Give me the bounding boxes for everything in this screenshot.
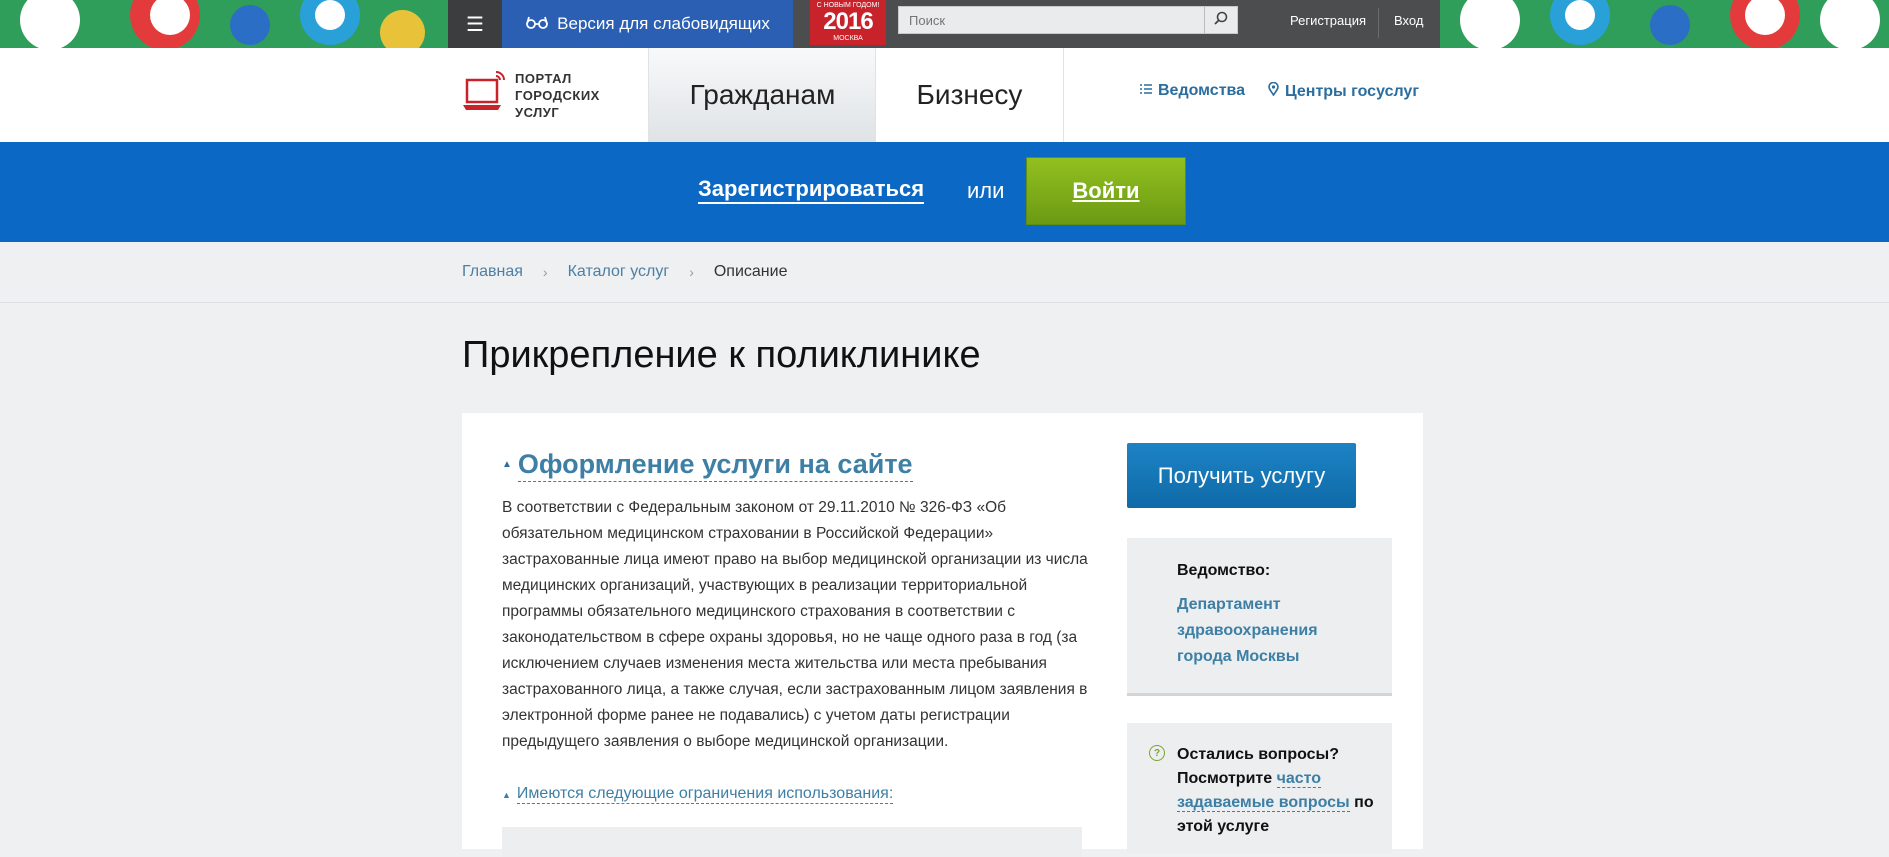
portal-logo-text: ПОРТАЛ ГОРОДСКИХ УСЛУГ	[515, 70, 600, 121]
or-label: или	[967, 178, 1005, 203]
breadcrumb-home[interactable]: Главная	[462, 263, 523, 281]
search-icon	[1214, 11, 1228, 30]
tab-business-label: Бизнесу	[916, 79, 1023, 110]
breadcrumb-current: Описание	[713, 263, 788, 280]
breadcrumb: Главная › Каталог услуг › Описание	[0, 242, 1889, 303]
divider	[1378, 8, 1379, 38]
department-link[interactable]: Департамент здравоохранения города Москв…	[1177, 592, 1367, 670]
top-bar: ☰ Версия для слабовидящих С НОВЫМ ГОДОМ!…	[0, 0, 1889, 48]
restrictions-toggle-label: Имеются следующие ограничения использова…	[516, 785, 894, 804]
service-centers-link-label: Центры госуслуг	[1285, 82, 1419, 100]
section-toggle[interactable]: ▲ Оформление услуги на сайте	[502, 447, 913, 482]
login-button[interactable]: Войти	[1026, 157, 1186, 225]
logo-line-2: ГОРОДСКИХ	[515, 88, 600, 103]
service-card: ▲ Оформление услуги на сайте В соответст…	[462, 413, 1423, 857]
register-button[interactable]: Зарегистрироваться	[698, 176, 925, 204]
register-link[interactable]: Регистрация	[1290, 0, 1366, 48]
menu-button[interactable]: ☰	[448, 0, 502, 48]
logo-line-1: ПОРТАЛ	[515, 71, 572, 86]
hamburger-icon: ☰	[466, 13, 484, 36]
departments-link[interactable]: Ведомства	[1140, 82, 1245, 100]
auth-banner: Зарегистрироваться или Войти	[0, 142, 1889, 242]
accessibility-version-button[interactable]: Версия для слабовидящих	[502, 0, 793, 48]
top-bar-inner: ☰ Версия для слабовидящих С НОВЫМ ГОДОМ!…	[448, 0, 1440, 48]
decorative-banner-right	[1440, 0, 1889, 48]
service-centers-link[interactable]: Центры госуслуг	[1268, 81, 1419, 101]
chevron-right-icon: ›	[689, 264, 694, 280]
caret-up-icon: ▲	[502, 459, 512, 470]
breadcrumb-row: Главная › Каталог услуг › Описание	[462, 263, 787, 281]
login-link[interactable]: Вход	[1394, 0, 1423, 48]
search-box	[898, 6, 1238, 34]
departments-link-label: Ведомства	[1158, 82, 1246, 99]
decorative-banner-left	[0, 0, 448, 48]
map-pin-icon	[1268, 81, 1279, 101]
new-year-badge-city: МОСКВА	[833, 35, 863, 42]
portal-logo[interactable]: ПОРТАЛ ГОРОДСКИХ УСЛУГ	[463, 70, 600, 121]
laptop-logo-icon	[463, 70, 505, 121]
glasses-icon	[525, 14, 549, 34]
get-service-button[interactable]: Получить услугу	[1127, 443, 1356, 508]
caret-up-icon: ▲	[502, 789, 511, 800]
accessibility-version-label: Версия для слабовидящих	[557, 14, 770, 33]
tab-citizens[interactable]: Гражданам	[648, 48, 876, 142]
tab-business[interactable]: Бизнесу	[875, 48, 1064, 142]
search-input[interactable]	[899, 7, 1219, 33]
question-icon: ?	[1149, 745, 1165, 761]
section-title: Оформление услуги на сайте	[517, 447, 913, 482]
page-title: Прикрепление к поликлинике	[462, 334, 981, 376]
logo-line-3: УСЛУГ	[515, 105, 560, 120]
questions-text: Остались вопросы? Посмотрите часто задав…	[1177, 743, 1377, 839]
new-year-badge-year: 2016	[823, 8, 873, 35]
search-button[interactable]	[1204, 7, 1237, 33]
list-icon	[1140, 82, 1152, 100]
site-header: ПОРТАЛ ГОРОДСКИХ УСЛУГ Гражданам Бизнесу…	[0, 48, 1889, 143]
department-info: Ведомство: Департамент здравоохранения г…	[1127, 538, 1392, 696]
new-year-badge[interactable]: С НОВЫМ ГОДОМ! 2016 МОСКВА	[810, 0, 886, 45]
breadcrumb-catalog[interactable]: Каталог услуг	[568, 263, 670, 281]
service-description: В соответствии с Федеральным законом от …	[502, 499, 1088, 750]
restrictions-panel	[502, 827, 1082, 857]
restrictions-toggle[interactable]: ▲ Имеются следующие ограничения использо…	[502, 785, 894, 804]
tab-citizens-label: Гражданам	[689, 79, 836, 110]
questions-box: ? Остались вопросы? Посмотрите часто зад…	[1127, 723, 1392, 853]
chevron-right-icon: ›	[542, 264, 548, 280]
department-label: Ведомство:	[1177, 562, 1271, 579]
